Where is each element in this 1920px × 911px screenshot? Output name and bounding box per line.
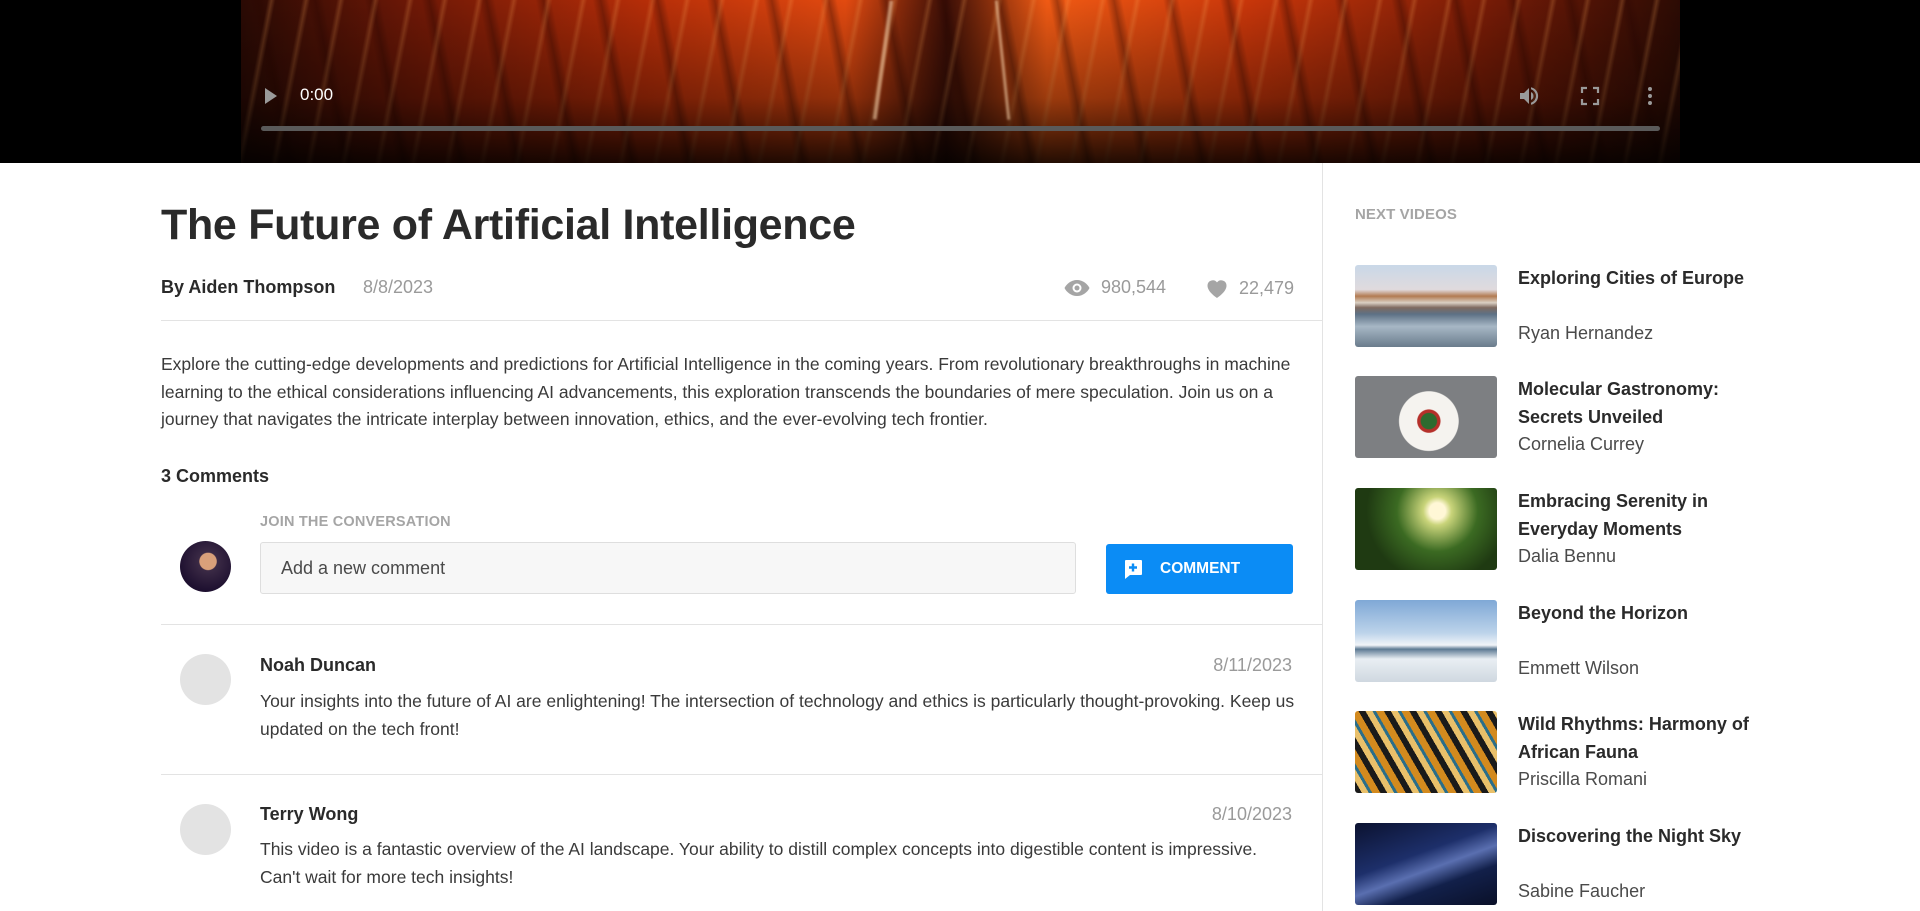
next-video-title[interactable]: Wild Rhythms: Harmony of African Fauna [1518, 711, 1758, 766]
video-thumbnail[interactable] [1355, 600, 1497, 682]
next-video-item[interactable]: Exploring Cities of Europe Ryan Hernande… [1355, 265, 1775, 347]
eye-icon [1064, 279, 1090, 296]
video-thumbnail[interactable] [1355, 823, 1497, 905]
video-details: The Future of Artificial Intelligence By… [0, 163, 1323, 911]
next-video-author: Cornelia Currey [1518, 434, 1645, 454]
video-controls: 0:00 [241, 76, 1680, 136]
views-count: 980,544 [1101, 277, 1167, 297]
next-video-title[interactable]: Molecular Gastronomy: Secrets Unveiled [1518, 376, 1758, 431]
commenter-avatar [180, 654, 231, 705]
next-video-title[interactable]: Exploring Cities of Europe [1518, 265, 1758, 293]
comments-count: 3 Comments [161, 466, 270, 486]
views-stat: 980,544 [1063, 277, 1166, 298]
next-video-item[interactable]: Embracing Serenity in Everyday Moments D… [1355, 488, 1775, 570]
video-player[interactable]: 0:00 [0, 0, 1920, 163]
comment-date: 8/10/2023 [1211, 804, 1292, 824]
current-user-avatar [180, 541, 231, 592]
more-options-icon[interactable] [1638, 84, 1662, 108]
comment-input[interactable] [260, 542, 1076, 594]
current-time: 0:00 [300, 85, 334, 104]
comment-text: Your insights into the future of AI are … [260, 691, 1295, 739]
video-thumbnail[interactable] [1355, 376, 1497, 458]
next-video-title[interactable]: Discovering the Night Sky [1518, 823, 1758, 851]
volume-icon[interactable] [1517, 84, 1541, 108]
next-video-item[interactable]: Wild Rhythms: Harmony of African Fauna P… [1355, 711, 1775, 793]
next-video-item[interactable]: Discovering the Night Sky Sabine Faucher [1355, 823, 1775, 905]
next-videos-label: NEXT VIDEOS [1355, 206, 1457, 223]
comment-item: Noah Duncan 8/11/2023 Your insights into… [0, 624, 1323, 774]
commenter-avatar [180, 804, 231, 855]
video-date: 8/8/2023 [363, 277, 434, 297]
commenter-name: Noah Duncan [260, 655, 377, 675]
next-video-author: Priscilla Romani [1518, 769, 1648, 789]
next-video-author: Emmett Wilson [1518, 658, 1640, 678]
next-videos-sidebar: NEXT VIDEOS Exploring Cities of Europe R… [1323, 163, 1920, 911]
commenter-name: Terry Wong [260, 804, 359, 824]
join-conversation-label: JOIN THE CONVERSATION [260, 514, 451, 530]
comment-item: Terry Wong 8/10/2023 This video is a fan… [0, 774, 1323, 911]
next-video-title[interactable]: Embracing Serenity in Everyday Moments [1518, 488, 1758, 543]
likes-count: 22,479 [1239, 277, 1295, 298]
next-video-item[interactable]: Beyond the Horizon Emmett Wilson [1355, 600, 1775, 682]
fullscreen-icon[interactable] [1578, 84, 1602, 108]
video-thumbnail[interactable] [1355, 265, 1497, 347]
comment-button-label: COMMENT [1160, 560, 1241, 577]
video-thumbnail[interactable] [1355, 488, 1497, 570]
play-icon[interactable] [265, 88, 277, 104]
video-author[interactable]: By Aiden Thompson [161, 277, 335, 298]
video-description: Explore the cutting-edge developments an… [161, 354, 1291, 429]
progress-bar[interactable] [261, 126, 1660, 131]
likes-stat[interactable]: 22,479 [1205, 277, 1294, 299]
video-title: The Future of Artificial Intelligence [161, 201, 856, 249]
comment-button[interactable]: COMMENT [1106, 544, 1293, 594]
next-video-author: Ryan Hernandez [1518, 323, 1654, 343]
next-video-item[interactable]: Molecular Gastronomy: Secrets Unveiled C… [1355, 376, 1775, 458]
comment-text: This video is a fantastic overview of th… [260, 839, 1258, 887]
next-video-author: Sabine Faucher [1518, 881, 1646, 901]
next-video-title[interactable]: Beyond the Horizon [1518, 600, 1758, 628]
heart-icon[interactable] [1205, 277, 1229, 299]
video-thumbnail[interactable] [1355, 711, 1497, 793]
comment-date: 8/11/2023 [1213, 655, 1292, 675]
add-comment-icon [1125, 560, 1142, 579]
next-video-author: Dalia Bennu [1518, 546, 1617, 566]
divider [161, 320, 1323, 321]
